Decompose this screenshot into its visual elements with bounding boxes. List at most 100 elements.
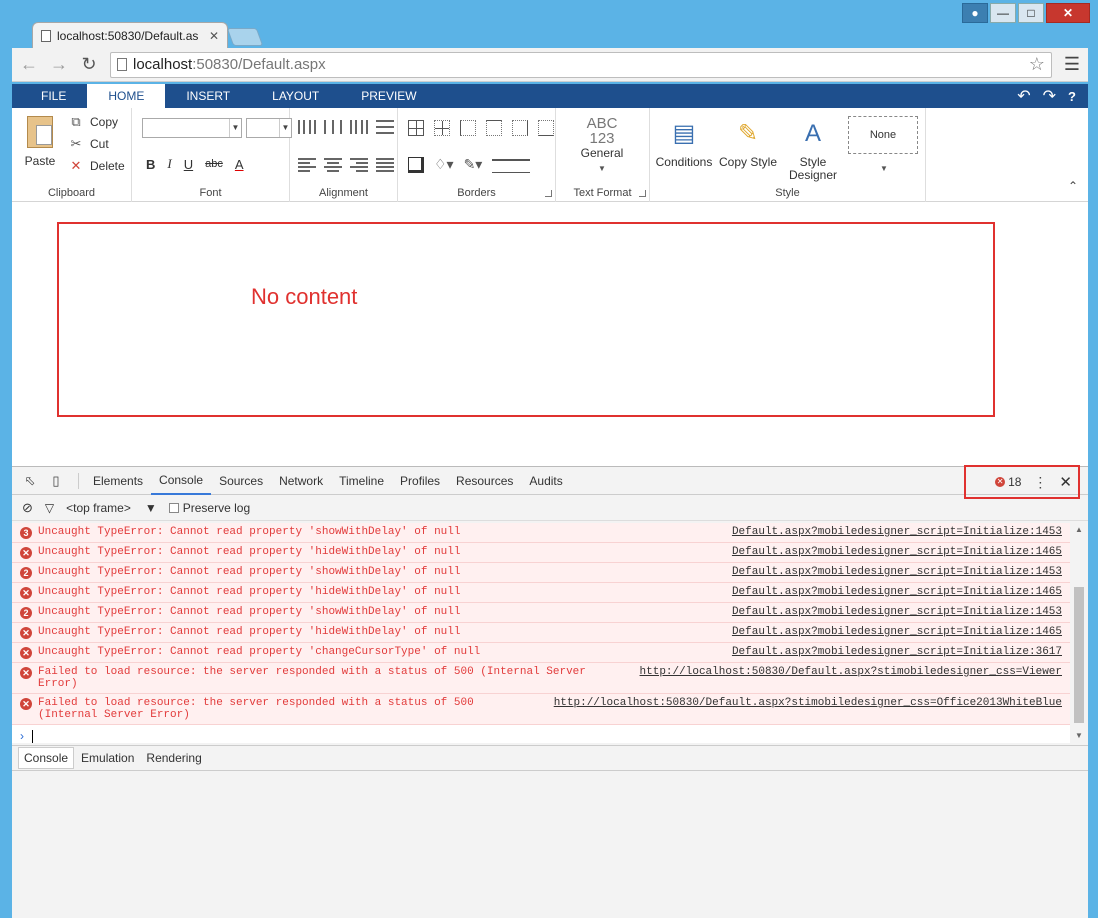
tab-home[interactable]: HOME (87, 84, 166, 108)
tab-audits[interactable]: Audits (521, 467, 570, 495)
fill-bucket-icon[interactable]: ♢▾ (434, 156, 454, 173)
align-right-icon[interactable] (350, 158, 368, 172)
cut-button[interactable]: ✂ Cut (68, 136, 125, 152)
device-mode-icon[interactable]: ▯ (46, 471, 66, 491)
log-message: Uncaught TypeError: Cannot read property… (38, 526, 461, 538)
log-source-link[interactable]: Default.aspx?mobiledesigner_script=Initi… (732, 646, 1062, 658)
delete-button[interactable]: ✕ Delete (68, 158, 125, 174)
clear-console-icon[interactable]: ⊘ (22, 500, 33, 516)
new-tab-button[interactable] (226, 28, 264, 46)
right-border-icon[interactable] (512, 120, 528, 136)
align-left-vertical-icon[interactable] (298, 120, 316, 134)
copy-style-button[interactable]: ✎ Copy Style (716, 118, 780, 169)
log-source-link[interactable]: Default.aspx?mobiledesigner_script=Initi… (732, 606, 1062, 618)
forward-icon[interactable]: → (50, 54, 68, 75)
log-source-link[interactable]: Default.aspx?mobiledesigner_script=Initi… (732, 626, 1062, 638)
log-source-link[interactable]: Default.aspx?mobiledesigner_script=Initi… (732, 546, 1062, 558)
scroll-up-icon[interactable]: ▲ (1072, 523, 1086, 537)
copy-icon: ⧉ (71, 114, 81, 129)
inspect-element-icon[interactable]: ⬁ (20, 471, 40, 491)
align-center-icon[interactable] (324, 158, 342, 172)
border-color-icon[interactable]: ✎▾ (464, 156, 483, 173)
tab-file[interactable]: FILE (20, 84, 87, 108)
reload-icon[interactable]: ↻ (80, 54, 98, 75)
style-designer-button[interactable]: A Style Designer (786, 118, 840, 182)
tab-sources[interactable]: Sources (211, 467, 271, 495)
redo-icon[interactable]: ↷ (1043, 86, 1056, 106)
tab-console[interactable]: Console (151, 467, 212, 495)
style-designer-label: Style Designer (788, 155, 838, 182)
ribbon-panel: Paste ⧉ Copy ✂ Cut ✕ Delete Clipboard ▼ ▼ B… (12, 108, 1088, 202)
font-name-select[interactable]: ▼ (142, 118, 242, 138)
log-source-link[interactable]: http://localhost:50830/Default.aspx?stim… (640, 666, 1062, 678)
tab-timeline[interactable]: Timeline (331, 467, 392, 495)
tab-preview[interactable]: PREVIEW (340, 84, 437, 108)
console-scrollbar[interactable]: ▲ ▼ (1072, 523, 1086, 743)
page-info-icon[interactable] (117, 58, 127, 71)
italic-button[interactable]: I (167, 156, 171, 172)
console-input[interactable]: › (12, 725, 1070, 743)
scroll-thumb[interactable] (1074, 587, 1084, 723)
drawer-tab-console[interactable]: Console (18, 747, 75, 769)
drawer-tab-emulation[interactable]: Emulation (76, 748, 139, 768)
filter-icon[interactable]: ▽ (45, 501, 54, 515)
tab-resources[interactable]: Resources (448, 467, 521, 495)
url-text[interactable]: localhost:50830/Default.aspx (133, 56, 1023, 73)
browser-menu-icon[interactable]: ☰ (1064, 54, 1080, 75)
align-center-vertical-icon[interactable] (324, 120, 342, 134)
bookmark-star-icon[interactable]: ☆ (1029, 54, 1045, 75)
close-devtools-icon[interactable]: ✕ (1059, 473, 1072, 491)
error-count-badge: 2 (20, 567, 32, 579)
border-style-icon[interactable] (492, 158, 531, 173)
font-group: ▼ ▼ B I U abc A Font (132, 108, 292, 202)
align-right-vertical-icon[interactable] (350, 120, 368, 134)
frame-select[interactable]: <top frame> ▼ (66, 501, 157, 515)
chevron-down-icon[interactable]: ▼ (880, 164, 888, 173)
help-button[interactable]: ? (1068, 89, 1076, 104)
shadow-border-icon[interactable] (408, 156, 424, 173)
align-left-icon[interactable] (298, 158, 316, 172)
text-format-icon[interactable]: ABC 123 (574, 116, 630, 146)
copy-button[interactable]: ⧉ Copy (68, 114, 125, 130)
preserve-log-checkbox[interactable]: Preserve log (168, 501, 250, 515)
log-source-link[interactable]: Default.aspx?mobiledesigner_script=Initi… (732, 526, 1062, 538)
text-format-value[interactable]: General (566, 146, 638, 160)
drawer-tab-rendering[interactable]: Rendering (141, 748, 206, 768)
browser-tab[interactable]: localhost:50830/Default.as ✕ (32, 22, 228, 48)
inner-borders-icon[interactable] (434, 120, 450, 136)
left-border-icon[interactable] (460, 120, 476, 136)
bottom-border-icon[interactable] (538, 120, 554, 136)
tab-network[interactable]: Network (271, 467, 331, 495)
undo-icon[interactable]: ↶ (1017, 86, 1030, 106)
log-source-link[interactable]: http://localhost:50830/Default.aspx?stim… (554, 697, 1062, 709)
scroll-down-icon[interactable]: ▼ (1072, 729, 1086, 743)
all-borders-icon[interactable] (408, 120, 424, 136)
font-color-button[interactable]: A (235, 157, 244, 172)
justify-icon[interactable] (376, 158, 394, 172)
wrap-text-icon[interactable] (376, 120, 394, 134)
borders-dialog-launcher-icon[interactable] (545, 190, 552, 197)
collapse-ribbon-icon[interactable]: ⌃ (1068, 179, 1078, 193)
strikethrough-button[interactable]: abc (205, 158, 223, 170)
top-border-icon[interactable] (486, 120, 502, 136)
conditions-button[interactable]: ▤ Conditions (654, 118, 714, 169)
text-format-dialog-launcher-icon[interactable] (639, 190, 646, 197)
more-options-icon[interactable]: ⋮ (1033, 474, 1047, 491)
tab-layout[interactable]: LAYOUT (251, 84, 340, 108)
error-counter[interactable]: ✕ 18 (995, 475, 1021, 489)
chevron-down-icon[interactable]: ▼ (598, 164, 606, 173)
close-tab-icon[interactable]: ✕ (209, 29, 219, 43)
font-size-select[interactable]: ▼ (246, 118, 292, 138)
paste-button[interactable]: Paste (20, 116, 60, 168)
underline-button[interactable]: U (184, 157, 193, 172)
scissors-icon: ✂ (70, 136, 82, 151)
style-gallery-none[interactable]: None (848, 116, 918, 154)
tab-profiles[interactable]: Profiles (392, 467, 448, 495)
bold-button[interactable]: B (146, 157, 155, 172)
log-source-link[interactable]: Default.aspx?mobiledesigner_script=Initi… (732, 586, 1062, 598)
address-bar[interactable]: localhost:50830/Default.aspx ☆ (110, 51, 1052, 78)
tab-insert[interactable]: INSERT (165, 84, 251, 108)
tab-elements[interactable]: Elements (85, 467, 151, 495)
back-icon[interactable]: ← (20, 54, 38, 75)
log-source-link[interactable]: Default.aspx?mobiledesigner_script=Initi… (732, 566, 1062, 578)
